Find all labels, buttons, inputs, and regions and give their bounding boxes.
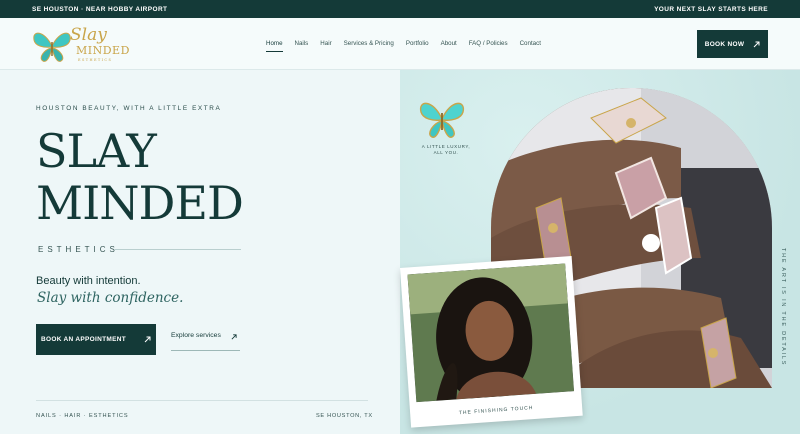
nav-services-pricing[interactable]: Services & Pricing [344,40,394,52]
arrow-up-right-icon [753,41,760,47]
location-summary: SE HOUSTON, TX [316,413,373,419]
vertical-tagline: THE ART IS IN THE DETAILS [780,248,786,367]
hero-title: SLAY MINDED [36,124,244,230]
butterfly-icon [419,102,465,138]
footer-divider [36,400,368,401]
book-appointment-label: BOOK AN APPOINTMENT [40,336,127,343]
hero-title-line2: MINDED [36,176,244,230]
hero-title-line1: SLAY [36,124,157,178]
portrait-photo [407,263,575,403]
location-text: SE HOUSTON · NEAR HOBBY AIRPORT [32,5,168,13]
logo-wordmark-line3: ESTHETICS [78,58,113,62]
book-now-button[interactable]: BOOK NOW [697,30,768,58]
main-nav: Home Nails Hair Services & Pricing Portf… [266,40,541,52]
arrow-up-right-icon [144,336,151,343]
butterfly-icon [33,32,71,62]
book-appointment-button[interactable]: BOOK AN APPOINTMENT [36,324,156,355]
subtitle-rule [115,249,241,250]
polaroid-caption: THE FINISHING TOUCH [458,405,534,417]
nav-faq-policies[interactable]: FAQ / Policies [469,40,508,52]
nav-hair[interactable]: Hair [320,40,331,52]
hero-subtitle: ESTHETICS [38,245,119,254]
logo-wordmark-line1: Slay [70,25,107,45]
services-summary: NAILS · HAIR · ESTHETICS [36,413,129,419]
badge-caption: A LITTLE LUXURY, ALL YOU. [421,144,471,155]
tagline-primary: Beauty with intention. [36,275,141,287]
nav-contact[interactable]: Contact [520,40,541,52]
nav-portfolio[interactable]: Portfolio [406,40,429,52]
brand-logo[interactable]: Slay MINDED ESTHETICS [32,25,129,64]
nav-home[interactable]: Home [266,40,283,52]
site-header: Slay MINDED ESTHETICS Home Nails Hair Se… [0,18,800,70]
nav-about[interactable]: About [441,40,457,52]
tagline-secondary: Slay with confidence. [37,290,184,306]
hero-text-panel: HOUSTON BEAUTY, WITH A LITTLE EXTRA SLAY… [0,70,400,434]
arrow-up-right-icon [231,334,237,340]
portrait-image [407,263,575,403]
hero-eyebrow: HOUSTON BEAUTY, WITH A LITTLE EXTRA [36,105,222,112]
explore-services-link[interactable]: Explore services [171,332,240,351]
logo-wordmark-line2: MINDED [76,44,130,57]
promo-text: YOUR NEXT SLAY STARTS HERE [654,5,768,13]
announcement-bar: SE HOUSTON · NEAR HOBBY AIRPORT YOUR NEX… [0,0,800,18]
explore-services-label: Explore services [171,332,221,339]
nav-nails[interactable]: Nails [295,40,309,52]
polaroid-card: THE FINISHING TOUCH [400,256,583,428]
book-now-label: BOOK NOW [704,40,745,48]
